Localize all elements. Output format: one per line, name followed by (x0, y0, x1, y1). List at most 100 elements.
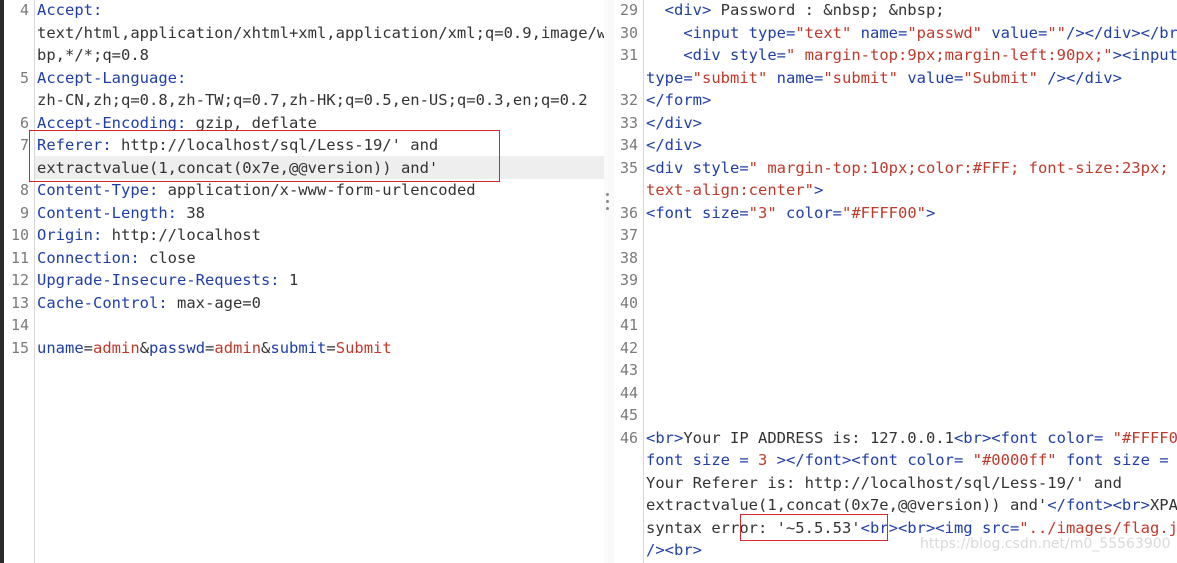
header-name: Accept-Language: (37, 68, 187, 87)
response-token: size= (702, 203, 749, 222)
response-token: "" (1047, 23, 1066, 42)
header-name: Upgrade-Insecure-Requests: (37, 271, 280, 289)
header-value: zh-CN,zh;q=0.8,zh-TW;q=0.7,zh-HK;q=0.5,e… (37, 91, 588, 109)
response-line: text-align:center"> (646, 179, 823, 202)
response-editor[interactable]: 29 30 31 32 33 34 35 36 37 38 39 40 41 42 43 44 45 46 <di… (614, 0, 1177, 563)
request-line: Content-Length: 38 (37, 202, 205, 225)
response-line: </div> (646, 112, 702, 135)
body-param-token: & (139, 338, 150, 357)
header-name: Content-Type: (37, 181, 159, 199)
line-number: 34 (619, 136, 638, 154)
header-name: Cache-Control: (37, 293, 168, 312)
line-number: 37 (619, 226, 638, 244)
response-token: Your Referer is: http://localhost/sql/Le… (646, 473, 1122, 492)
header-value: close (139, 248, 196, 267)
response-line: <font size="3" color="#FFFF00"> (646, 202, 935, 225)
response-token: "Submit" (963, 68, 1038, 87)
request-line: Cache-Control: max-age=0 (37, 292, 261, 315)
response-line: <input type="text" name="passwd" value="… (646, 22, 1177, 45)
response-token: Password : &nbsp; &nbsp; (711, 1, 945, 19)
response-token: ><input (1112, 46, 1177, 64)
response-token: XPATH (1149, 496, 1177, 514)
response-token: color= (907, 451, 964, 469)
response-token: type= (748, 23, 796, 42)
response-token: style= (730, 46, 786, 64)
response-line: <div style=" margin-top:9px;margin-left:… (646, 44, 1177, 67)
line-number: 41 (619, 316, 638, 334)
line-number: 29 (619, 1, 638, 19)
response-token: color= (776, 203, 842, 222)
line-number: 39 (619, 271, 638, 289)
response-line: font size = 3 ></font><font color= "#000… (646, 449, 1177, 472)
response-line: <br>Your IP ADDRESS is: 127.0.0.1<br><fo… (646, 427, 1177, 450)
line-number: 8 (19, 181, 29, 199)
watermark: https://blog.csdn.net/m0_55563900 (920, 536, 1171, 552)
response-line: </form> (646, 89, 711, 112)
header-value: http://localhost (102, 226, 261, 244)
response-token: <div> (646, 1, 712, 19)
line-number: 10 (10, 226, 29, 244)
line-number: 13 (10, 293, 29, 312)
request-line-gutter: 4 5 6 7 8 9 10 11 12 13 14 15 (4, 0, 35, 563)
response-line: Your Referer is: http://localhost/sql/Le… (646, 472, 1122, 495)
response-token: > (813, 181, 824, 199)
body-param-token: admin (93, 338, 140, 357)
body-param-token: uname (37, 338, 84, 357)
response-token: "3" (748, 203, 777, 222)
version-highlight-box (740, 514, 888, 541)
response-token: " margin-top:9px;margin-left:90px;" (786, 46, 1113, 64)
response-token: type= (646, 68, 693, 87)
response-token: extractvalue(1,concat(0x7e,@@version)) a… (646, 496, 1048, 514)
body-param-token: = (205, 338, 215, 357)
response-token: > (926, 203, 936, 222)
response-token: /></div></br> (1065, 23, 1177, 42)
body-param-token: = (83, 338, 94, 357)
line-number: 31 (619, 46, 638, 64)
header-name: Origin: (37, 226, 103, 244)
line-number: 45 (619, 406, 638, 424)
request-line: Connection: close (37, 247, 196, 270)
line-number: 30 (619, 23, 638, 42)
line-number: 43 (619, 361, 638, 379)
request-line: text/html,application/xhtml+xml,applicat… (37, 22, 604, 45)
line-number: 6 (19, 113, 29, 132)
line-number: 11 (10, 248, 29, 267)
body-param-token: & (261, 338, 271, 357)
line-number: 12 (10, 271, 29, 289)
response-token: <div (646, 158, 693, 177)
response-token: "#0000ff" (963, 451, 1057, 469)
response-token: " margin-top:10px;color:#FFF; font-size:… (748, 158, 1169, 177)
line-number: 7 (19, 136, 29, 154)
request-line: Origin: http://localhost (37, 224, 261, 247)
pane-splitter[interactable] (604, 0, 614, 563)
line-number: 36 (619, 203, 638, 222)
header-value: max-age=0 (167, 293, 261, 312)
response-token: 3 (757, 451, 768, 469)
splitter-handle-icon[interactable] (606, 193, 610, 214)
response-token: </div> (646, 113, 702, 132)
line-number: 44 (619, 383, 638, 402)
response-token: name= (851, 23, 908, 42)
response-token: "text" (795, 23, 852, 42)
header-value: 1 (279, 271, 299, 289)
response-token: Your IP ADDRESS is: 127.0.0.1 (683, 428, 954, 447)
request-editor[interactable]: 4 5 6 7 8 9 10 11 12 13 14 15 Accept: text/html,appl… (4, 0, 604, 563)
response-token: "submit" (823, 68, 898, 87)
header-value: text/html,application/xhtml+xml,applicat… (37, 23, 604, 42)
response-token: text-align:center" (646, 181, 814, 199)
line-number: 33 (619, 113, 638, 132)
header-name: Accept-Encoding: (37, 113, 187, 132)
response-token: ></font><font (767, 451, 908, 469)
line-number: 32 (619, 91, 638, 109)
header-value: 38 (176, 203, 205, 222)
line-number: 40 (619, 293, 638, 312)
response-token: "submit" (692, 68, 768, 87)
response-token: <input (646, 23, 749, 42)
response-token: /></div> (1037, 68, 1122, 87)
response-token: "../images/flag.jpg (1019, 518, 1177, 537)
response-token: "#FFFF00" (842, 203, 926, 222)
response-line: <div> Password : &nbsp; &nbsp; (646, 0, 945, 22)
body-param-token: passwd (149, 338, 206, 357)
referer-highlight-box (29, 130, 500, 182)
response-token: </font><br> (1047, 496, 1150, 514)
